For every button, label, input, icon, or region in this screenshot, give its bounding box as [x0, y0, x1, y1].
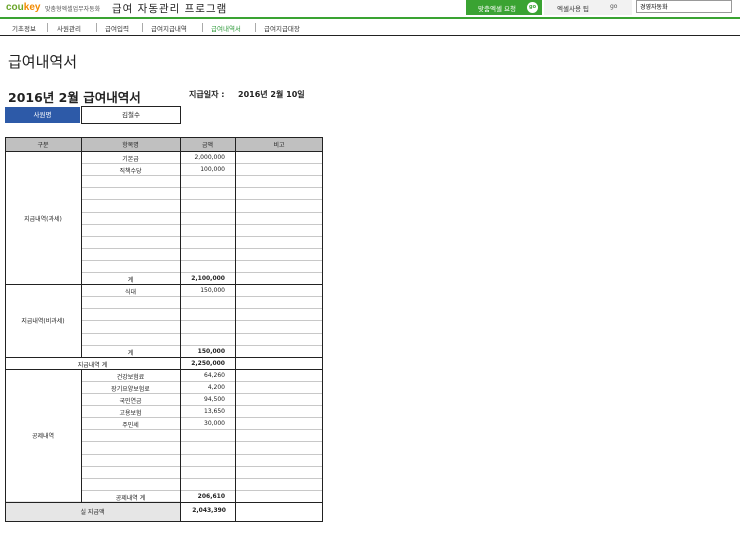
nav-salary-payment-details[interactable]: 급여지급내역	[151, 23, 187, 33]
page-title: 급여내역서	[8, 53, 78, 71]
nav-basic-info[interactable]: 기초정보	[12, 23, 36, 33]
tips-button-label: 엑셀사용 팁	[557, 5, 589, 13]
search-input[interactable]	[636, 0, 732, 13]
custom-excel-request-button[interactable]: 맞춤엑셀 요청 go	[466, 0, 542, 15]
nav-payslip[interactable]: 급여내역서	[211, 23, 241, 33]
logo-subtitle: 맞춤형엑셀업무자동화	[45, 6, 101, 13]
nav-separator	[255, 23, 256, 32]
nav-bar: 기초정보 사원관리 급여입력 급여지급내역 급여내역서 급여지급대장	[0, 19, 740, 36]
payslip-subtitle: 2016년 2월 급여내역서	[8, 90, 141, 105]
request-button-label: 맞춤엑셀 요청	[478, 5, 516, 13]
pay-date-value: 2016년 2월 10일	[238, 90, 305, 99]
payslip-table: 구분 항목명 금액 비고 기본급 2,000,000 직책수당 100,000 계 2,1…	[5, 137, 323, 522]
nav-separator	[202, 23, 203, 32]
logo-text-accent: key	[23, 2, 41, 13]
app-title: 급여 자동관리 프로그램	[112, 3, 228, 15]
nav-salary-input[interactable]: 급여입력	[105, 23, 129, 33]
nav-separator	[96, 23, 97, 32]
logo-text-main: cou	[6, 2, 24, 13]
nav-separator	[47, 23, 48, 32]
pay-date-label: 지급일자 :	[189, 90, 225, 99]
top-bar: coukey 맞춤형엑셀업무자동화 급여 자동관리 프로그램 맞춤엑셀 요청 g…	[0, 0, 740, 17]
nav-separator	[142, 23, 143, 32]
nav-employee-management[interactable]: 사원관리	[57, 23, 81, 33]
nav-payroll-ledger[interactable]: 급여지급대장	[264, 23, 300, 33]
table-outer-border	[5, 137, 323, 522]
coukey-logo[interactable]: coukey	[6, 2, 40, 13]
go-icon: go	[527, 2, 538, 13]
go-link[interactable]: go	[610, 3, 617, 10]
excel-tips-button[interactable]: 엑셀사용 팁 go	[544, 0, 632, 15]
employee-name-label: 사원명	[5, 107, 80, 123]
employee-name-field[interactable]: 김철수	[81, 106, 181, 124]
